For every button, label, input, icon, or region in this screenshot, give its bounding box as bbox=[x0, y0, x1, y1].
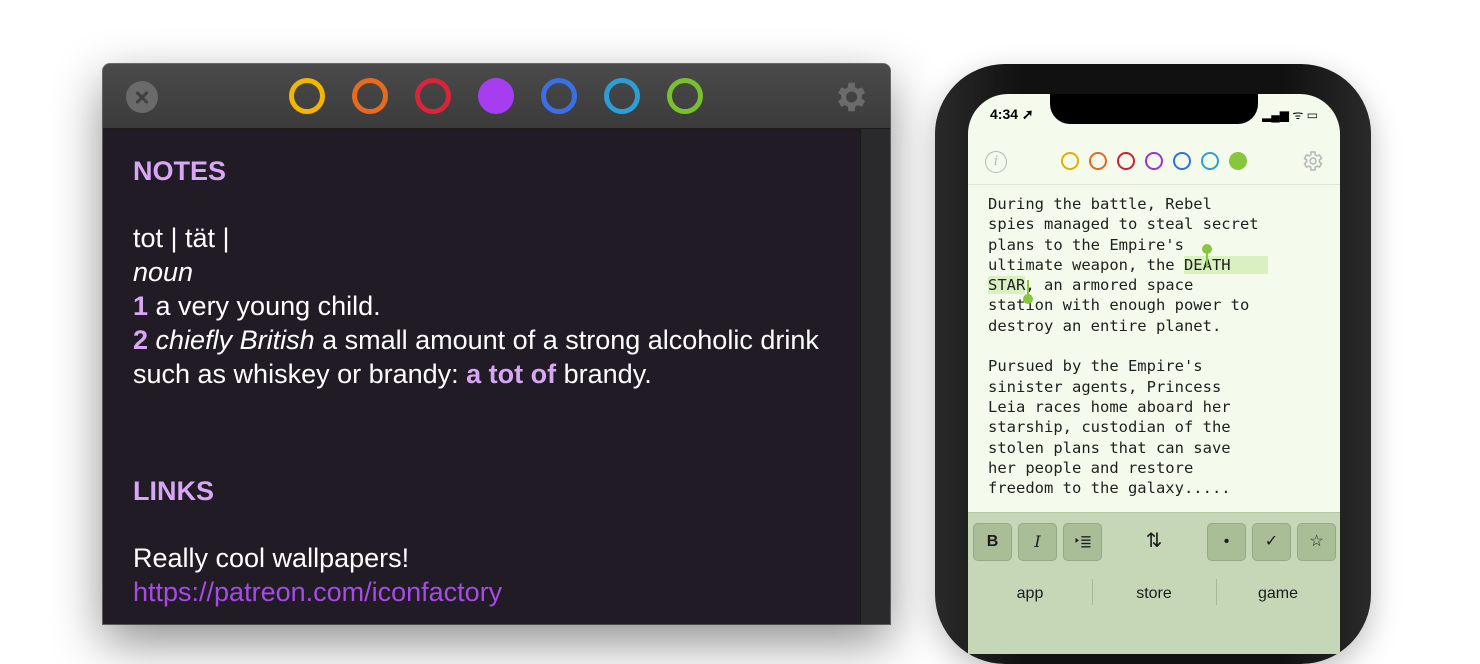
gear-icon[interactable] bbox=[831, 78, 869, 116]
color-dot-tab-7[interactable] bbox=[1229, 152, 1247, 170]
italic-button[interactable]: I bbox=[1018, 523, 1057, 561]
color-dot-tab-5[interactable] bbox=[1173, 152, 1191, 170]
list-indent-button[interactable] bbox=[1063, 523, 1102, 561]
color-dot-tab-6[interactable] bbox=[604, 78, 640, 114]
links-text: Really cool wallpapers! bbox=[133, 543, 410, 573]
definition-1: 1 a very young child. bbox=[133, 291, 381, 321]
status-icons: ▂▄▆ ᯤ ▭ bbox=[1262, 108, 1318, 122]
list-indent-icon bbox=[1075, 536, 1090, 548]
selection-handle-start-knob[interactable] bbox=[1202, 244, 1212, 254]
color-dot-tab-4[interactable] bbox=[1145, 152, 1163, 170]
definition-2: 2 chiefly British a small amount of a st… bbox=[133, 325, 819, 389]
color-dot-tab-1[interactable] bbox=[289, 78, 325, 114]
color-dot-tab-7[interactable] bbox=[667, 78, 703, 114]
color-dot-tab-3[interactable] bbox=[415, 78, 451, 114]
color-dot-tab-3[interactable] bbox=[1117, 152, 1135, 170]
suggestion-store[interactable]: store bbox=[1098, 585, 1210, 603]
patreon-link[interactable]: https://patreon.com/iconfactory bbox=[133, 575, 853, 609]
checkmark-button[interactable]: ✓ bbox=[1252, 523, 1291, 561]
text-selection: STAR bbox=[988, 276, 1026, 295]
scrollbar[interactable] bbox=[860, 129, 890, 624]
text-selection: DEATH bbox=[1183, 255, 1268, 274]
bold-button[interactable]: B bbox=[973, 523, 1012, 561]
bullet-button[interactable]: • bbox=[1207, 523, 1246, 561]
phone-note-text[interactable]: During the battle, Rebel spies managed t… bbox=[988, 194, 1328, 498]
color-dot-tab-5[interactable] bbox=[541, 78, 577, 114]
close-icon[interactable] bbox=[126, 81, 158, 113]
keyboard-accessory: B I ⇅ • ✓ ☆ app store game bbox=[968, 512, 1340, 654]
color-dot-tab-2[interactable] bbox=[1089, 152, 1107, 170]
links-heading: LINKS bbox=[133, 476, 214, 506]
mac-titlebar bbox=[103, 64, 890, 129]
color-dot-tab-6[interactable] bbox=[1201, 152, 1219, 170]
note-editor[interactable]: NOTES tot | tät | noun 1 a very young ch… bbox=[133, 154, 853, 609]
entry-word: tot | tät | bbox=[133, 223, 230, 253]
phone-notch bbox=[1050, 94, 1258, 124]
notes-heading: NOTES bbox=[133, 156, 227, 186]
status-time: 4:34 ➚ bbox=[990, 106, 1034, 122]
color-dot-tab-1[interactable] bbox=[1061, 152, 1079, 170]
suggestion-app[interactable]: app bbox=[974, 585, 1086, 603]
iphone-device: 4:34 ➚ ▂▄▆ ᯤ ▭ i During the battle, Rebe… bbox=[935, 64, 1371, 664]
part-of-speech: noun bbox=[133, 257, 194, 287]
sort-icon[interactable]: ⇅ bbox=[1134, 523, 1174, 561]
mac-app-window: NOTES tot | tät | noun 1 a very young ch… bbox=[103, 64, 890, 624]
phone-screen: 4:34 ➚ ▂▄▆ ᯤ ▭ i During the battle, Rebe… bbox=[968, 94, 1340, 654]
suggestion-game[interactable]: game bbox=[1222, 585, 1334, 603]
color-dot-tab-2[interactable] bbox=[352, 78, 388, 114]
info-icon[interactable]: i bbox=[985, 151, 1007, 173]
color-dot-tab-4[interactable] bbox=[478, 78, 514, 114]
star-button[interactable]: ☆ bbox=[1297, 523, 1336, 561]
phone-toolbar: i bbox=[968, 144, 1340, 185]
gear-icon[interactable] bbox=[1300, 149, 1324, 173]
selection-handle-end-knob[interactable] bbox=[1023, 294, 1033, 304]
